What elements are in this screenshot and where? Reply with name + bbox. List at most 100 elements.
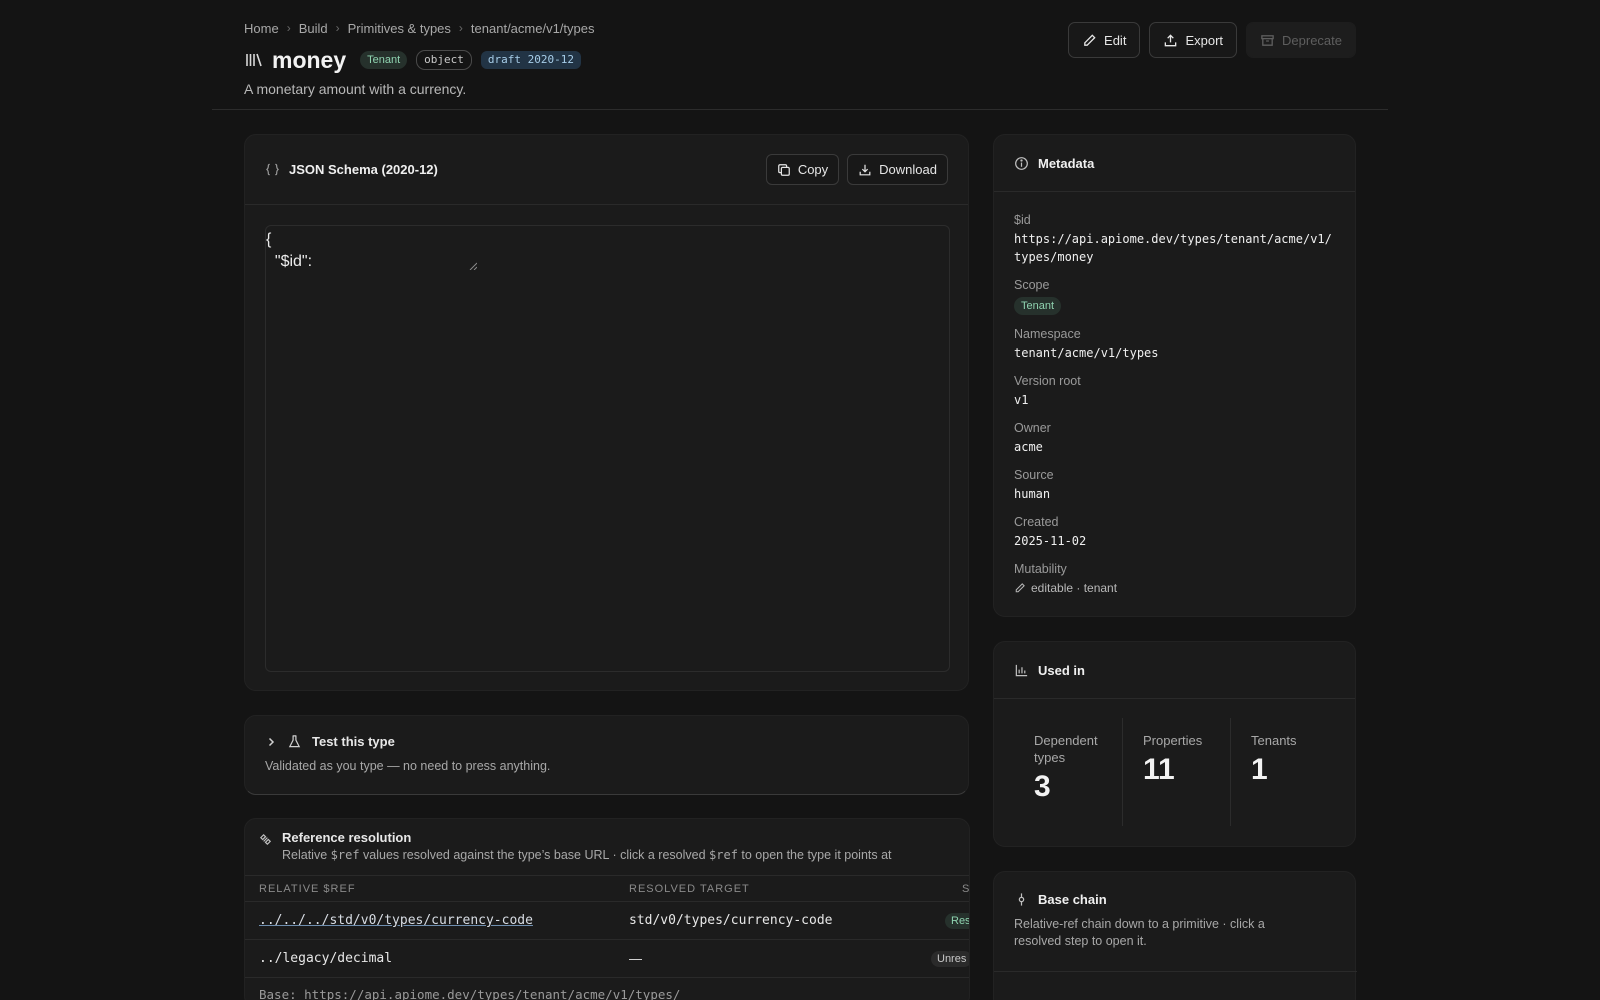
schema-editor[interactable]: { "$id": (265, 225, 950, 672)
usage-stats: Dependent types 3 Properties 11 Tenants … (1014, 718, 1338, 826)
page-description: A monetary amount with a currency. (244, 81, 467, 97)
chevron-right-icon[interactable] (265, 736, 277, 748)
column-status: S (962, 882, 970, 895)
pencil-icon (1015, 583, 1025, 593)
test-title: Test this type (312, 734, 395, 749)
reference-desc-text: Relative (282, 848, 331, 862)
id-label: $id (1014, 213, 1031, 227)
chevron-right-icon: › (335, 21, 340, 35)
metadata-title: Metadata (1038, 155, 1095, 171)
edit-label: Edit (1104, 32, 1127, 48)
upload-icon (1165, 33, 1177, 46)
page-title: money (272, 46, 347, 73)
download-button[interactable]: Download (847, 154, 948, 185)
breadcrumb-namespace[interactable]: tenant/acme/v1/types (471, 21, 595, 36)
created-label: Created (1014, 515, 1059, 529)
header-actions: Edit Export Deprecate (1068, 22, 1356, 58)
download-icon (859, 164, 871, 175)
table-header: RELATIVE $REF RESOLVED TARGET S (245, 876, 970, 902)
breadcrumb-primitives[interactable]: Primitives & types (348, 21, 451, 36)
reference-table: RELATIVE $REF RESOLVED TARGET S ../../..… (245, 875, 970, 978)
scope-label: Scope (1014, 278, 1050, 292)
chevron-right-icon: › (286, 21, 291, 35)
column-relative-ref: RELATIVE $REF (259, 882, 356, 895)
pencil-icon (1084, 33, 1096, 46)
stat-value: 3 (1034, 770, 1051, 803)
namespace-label: Namespace (1014, 327, 1081, 341)
version-root-value: v1 (1014, 393, 1029, 407)
owner-label: Owner (1014, 421, 1051, 435)
namespace-value: tenant/acme/v1/types (1014, 346, 1159, 360)
ref-link[interactable]: ../../../std/v0/types/currency-code (259, 913, 533, 928)
base-chain-description: Relative-ref chain down to a primitive ·… (1014, 917, 1265, 948)
schema-editor-text[interactable]: { "$id": (266, 229, 312, 273)
export-button[interactable]: Export (1149, 22, 1238, 58)
schema-card: JSON Schema (2020-12) Copy Download { "$… (244, 134, 969, 691)
archive-icon (1261, 34, 1274, 46)
resolved-target: — (629, 951, 642, 966)
stat-label: Dependent types (1034, 733, 1098, 765)
used-in-title: Used in (1038, 662, 1085, 678)
info-icon (1015, 156, 1028, 170)
test-type-panel[interactable]: Test this type Validated as you type — n… (244, 715, 969, 795)
stat-label: Tenants (1251, 733, 1297, 748)
schema-title: JSON Schema (2020-12) (289, 162, 438, 177)
breadcrumb-home[interactable]: Home (244, 21, 279, 36)
base-chain-title: Base chain (1038, 892, 1107, 907)
breadcrumb-build[interactable]: Build (299, 21, 328, 36)
deprecate-label: Deprecate (1282, 32, 1342, 48)
stat-value: 11 (1143, 753, 1175, 786)
resolved-target: std/v0/types/currency-code (629, 913, 833, 928)
source-label: Source (1014, 468, 1054, 482)
reference-desc-code: $ref (709, 848, 738, 862)
copy-icon (777, 163, 790, 176)
bar-chart-icon (1015, 664, 1028, 676)
deprecate-button[interactable]: Deprecate (1246, 22, 1356, 58)
reference-desc-text: to open the type it points at (737, 848, 892, 862)
edit-button[interactable]: Edit (1068, 22, 1141, 58)
base-chain-divider (994, 971, 1357, 972)
copy-button[interactable]: Copy (765, 154, 840, 185)
mutability-label: Mutability (1014, 562, 1067, 576)
mutability-value: editable · tenant (1031, 581, 1118, 595)
metadata-card: Metadata $id https://api.apiome.dev/type… (993, 134, 1356, 617)
library-icon (246, 53, 262, 67)
created-value: 2025-11-02 (1014, 534, 1087, 548)
column-resolved-target: RESOLVED TARGET (629, 882, 750, 895)
reference-desc-code: $ref (330, 848, 360, 862)
reference-description: Relative $ref values resolved against th… (282, 848, 892, 862)
copy-label: Copy (797, 162, 829, 177)
braces-icon (266, 163, 279, 176)
table-row: ../legacy/decimal — Unres (245, 940, 969, 978)
id-value: https://api.apiome.dev/types/tenant/acme… (1014, 232, 1332, 264)
scope-badge: Tenant (360, 51, 408, 69)
stat-value: 1 (1251, 753, 1268, 786)
link-icon (259, 833, 272, 846)
table-row: ../../../std/v0/types/currency-code std/… (245, 902, 969, 940)
draft-badge: draft 2020-12 (480, 51, 582, 69)
commit-icon (1018, 893, 1025, 906)
test-description: Validated as you type — no need to press… (265, 759, 551, 773)
stat-tenants: Tenants 1 (1230, 718, 1338, 826)
export-label: Export (1185, 32, 1224, 48)
stat-properties: Properties 11 (1122, 718, 1230, 826)
status-badge: Res (945, 912, 969, 929)
download-label: Download (879, 162, 937, 177)
stat-dependent-types: Dependent types 3 (1014, 718, 1122, 826)
used-in-card: Used in Dependent types 3 Properties 11 … (993, 641, 1356, 847)
flask-icon (288, 735, 301, 748)
resize-handle-icon[interactable] (469, 262, 477, 270)
kind-badge: object (416, 50, 472, 70)
version-root-label: Version root (1014, 374, 1081, 388)
reference-resolution-card: Reference resolution Relative $ref value… (244, 818, 970, 1000)
status-badge: Unres (931, 950, 969, 967)
ref-text: ../legacy/decimal (259, 951, 393, 966)
scope-badge: Tenant (1014, 297, 1062, 315)
base-chain-card: Base chain Relative-ref chain down to a … (993, 871, 1357, 1000)
source-value: human (1014, 487, 1051, 501)
chevron-right-icon: › (458, 21, 463, 35)
base-url: Base: https://api.apiome.dev/types/tenan… (259, 987, 681, 1000)
header-divider (212, 109, 1388, 110)
reference-title: Reference resolution (282, 830, 412, 845)
stat-label: Properties (1143, 733, 1203, 748)
